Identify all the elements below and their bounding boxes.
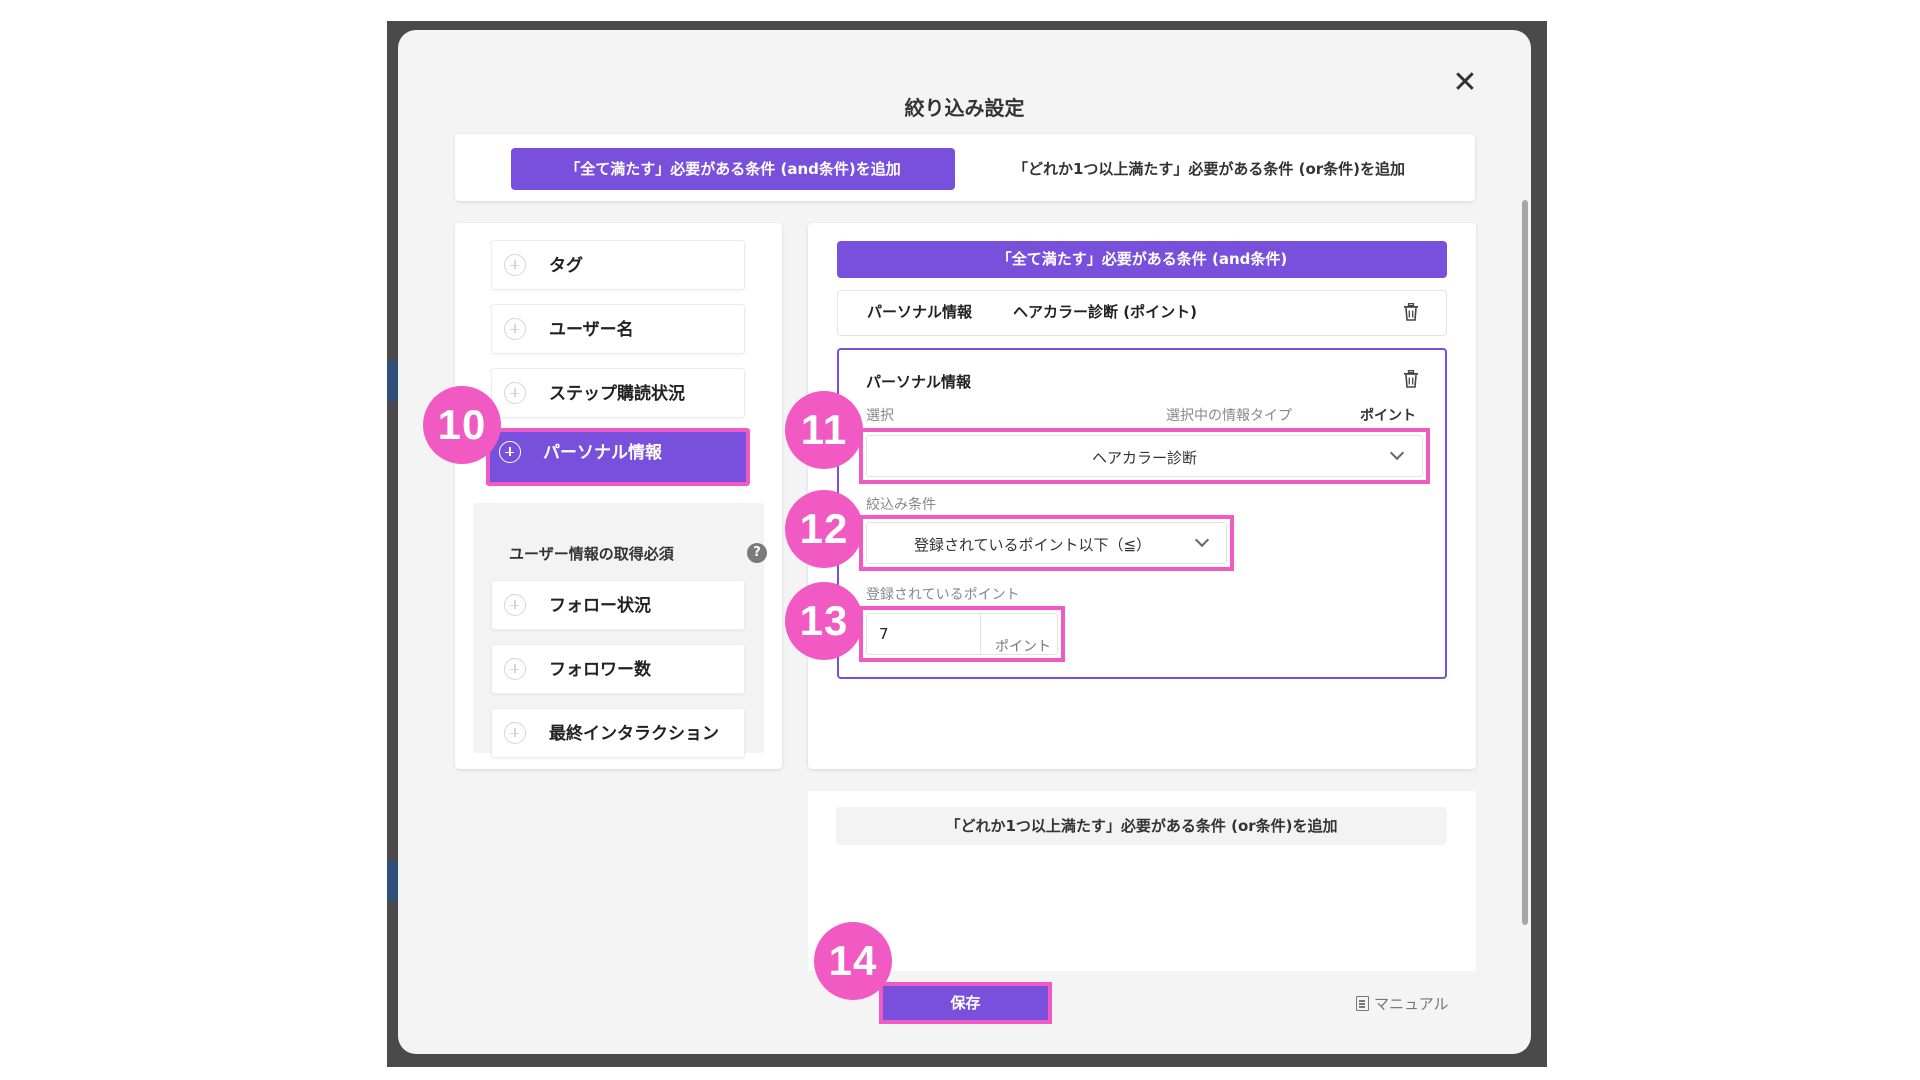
select-label: 選択 xyxy=(866,408,894,424)
trash-icon[interactable] xyxy=(1403,303,1419,321)
condition-mode-bar: 「全て満たす」必要がある条件 (and条件)を追加 「どれか1つ以上満たす」必要… xyxy=(455,134,1475,201)
plus-circle-icon xyxy=(504,658,526,680)
or-conditions-panel: 「どれか1つ以上満たす」必要がある条件 (or条件)を追加 xyxy=(808,791,1476,971)
condition-item-username[interactable]: ユーザー名 xyxy=(491,304,745,354)
plus-circle-icon xyxy=(504,382,526,404)
and-conditions-header: 「全て満たす」必要がある条件 (and条件) xyxy=(837,241,1447,278)
condition-item-label: パーソナル情報 xyxy=(543,443,662,463)
condition-list-panel: タグ ユーザー名 ステップ購読状況 パーソナル情報 ユーザー情報の取得必須 ? … xyxy=(455,223,782,769)
plus-circle-icon xyxy=(504,318,526,340)
add-or-condition-tab[interactable]: 「どれか1つ以上満たす」必要がある条件 (or条件)を追加 xyxy=(981,148,1437,190)
step-badge: 12 xyxy=(785,490,863,568)
user-info-header: ユーザー情報の取得必須 xyxy=(509,545,674,563)
condition-item-label: 最終インタラクション xyxy=(549,724,719,744)
condition-item-label: フォロー状況 xyxy=(549,596,651,616)
close-button[interactable]: ✕ xyxy=(1448,66,1482,100)
selected-condition-row[interactable]: パーソナル情報 ヘアカラー診断 (ポイント) xyxy=(837,290,1447,336)
personal-info-select[interactable]: ヘアカラー診断 xyxy=(866,435,1423,477)
manual-link-label: マニュアル xyxy=(1374,995,1449,1013)
filter-condition-label: 絞込み条件 xyxy=(866,497,936,513)
info-type-value: ポイント xyxy=(1360,408,1416,424)
step-badge: 14 xyxy=(814,922,892,1000)
modal-title: 絞り込み設定 xyxy=(904,96,1025,120)
condition-item-tag[interactable]: タグ xyxy=(491,240,745,290)
save-button[interactable]: 保存 xyxy=(879,982,1052,1024)
step-badge: 13 xyxy=(785,582,863,660)
filter-condition-select[interactable]: 登録されているポイント以下（≦） xyxy=(866,522,1227,564)
points-unit-label: ポイント xyxy=(995,639,1051,655)
filter-condition-select-value: 登録されているポイント以下（≦） xyxy=(913,536,1152,554)
manual-link[interactable]: マニュアル xyxy=(1356,993,1449,1014)
registered-points-label: 登録されているポイント xyxy=(866,587,1020,603)
condition-item-personal-info[interactable]: パーソナル情報 xyxy=(486,428,750,486)
trash-icon[interactable] xyxy=(1403,370,1419,388)
condition-item-follower-count[interactable]: フォロワー数 xyxy=(491,644,745,694)
condition-item-follow-status[interactable]: フォロー状況 xyxy=(491,580,745,630)
step-badge: 10 xyxy=(423,386,501,464)
condition-item-label: タグ xyxy=(549,256,583,276)
condition-item-step-subscription[interactable]: ステップ購読状況 xyxy=(491,368,745,418)
points-unit: ポイント xyxy=(980,613,1058,655)
points-input[interactable]: 7 xyxy=(866,613,980,655)
help-icon[interactable]: ? xyxy=(747,543,767,563)
step-badge: 11 xyxy=(785,391,863,469)
selected-condition-category: パーソナル情報 xyxy=(867,303,973,321)
book-icon xyxy=(1356,996,1369,1011)
condition-item-last-interaction[interactable]: 最終インタラクション xyxy=(491,708,745,758)
info-type-label: 選択中の情報タイプ xyxy=(1166,408,1292,424)
plus-circle-icon xyxy=(504,594,526,616)
condition-item-label: ユーザー名 xyxy=(549,320,634,340)
personal-info-select-value: ヘアカラー診断 xyxy=(1091,449,1197,467)
plus-circle-icon xyxy=(499,441,521,463)
condition-item-label: フォロワー数 xyxy=(549,660,651,680)
add-and-condition-tab[interactable]: 「全て満たす」必要がある条件 (and条件)を追加 xyxy=(511,148,955,190)
plus-circle-icon xyxy=(504,722,526,744)
add-or-condition-button[interactable]: 「どれか1つ以上満たす」必要がある条件 (or条件)を追加 xyxy=(836,807,1447,845)
scrollbar[interactable] xyxy=(1522,200,1528,925)
filter-settings-modal: 絞り込み設定 ✕ 「全て満たす」必要がある条件 (and条件)を追加 「どれか1… xyxy=(398,30,1531,1054)
selected-condition-value: ヘアカラー診断 (ポイント) xyxy=(1013,303,1197,321)
condition-edit-card: パーソナル情報 選択 選択中の情報タイプ ポイント ヘアカラー診断 絞込み条件 … xyxy=(837,348,1447,679)
and-conditions-panel: 「全て満たす」必要がある条件 (and条件) パーソナル情報 ヘアカラー診断 (… xyxy=(808,223,1476,769)
condition-item-label: ステップ購読状況 xyxy=(549,384,685,404)
plus-circle-icon xyxy=(504,254,526,276)
edit-card-title: パーソナル情報 xyxy=(866,373,972,391)
